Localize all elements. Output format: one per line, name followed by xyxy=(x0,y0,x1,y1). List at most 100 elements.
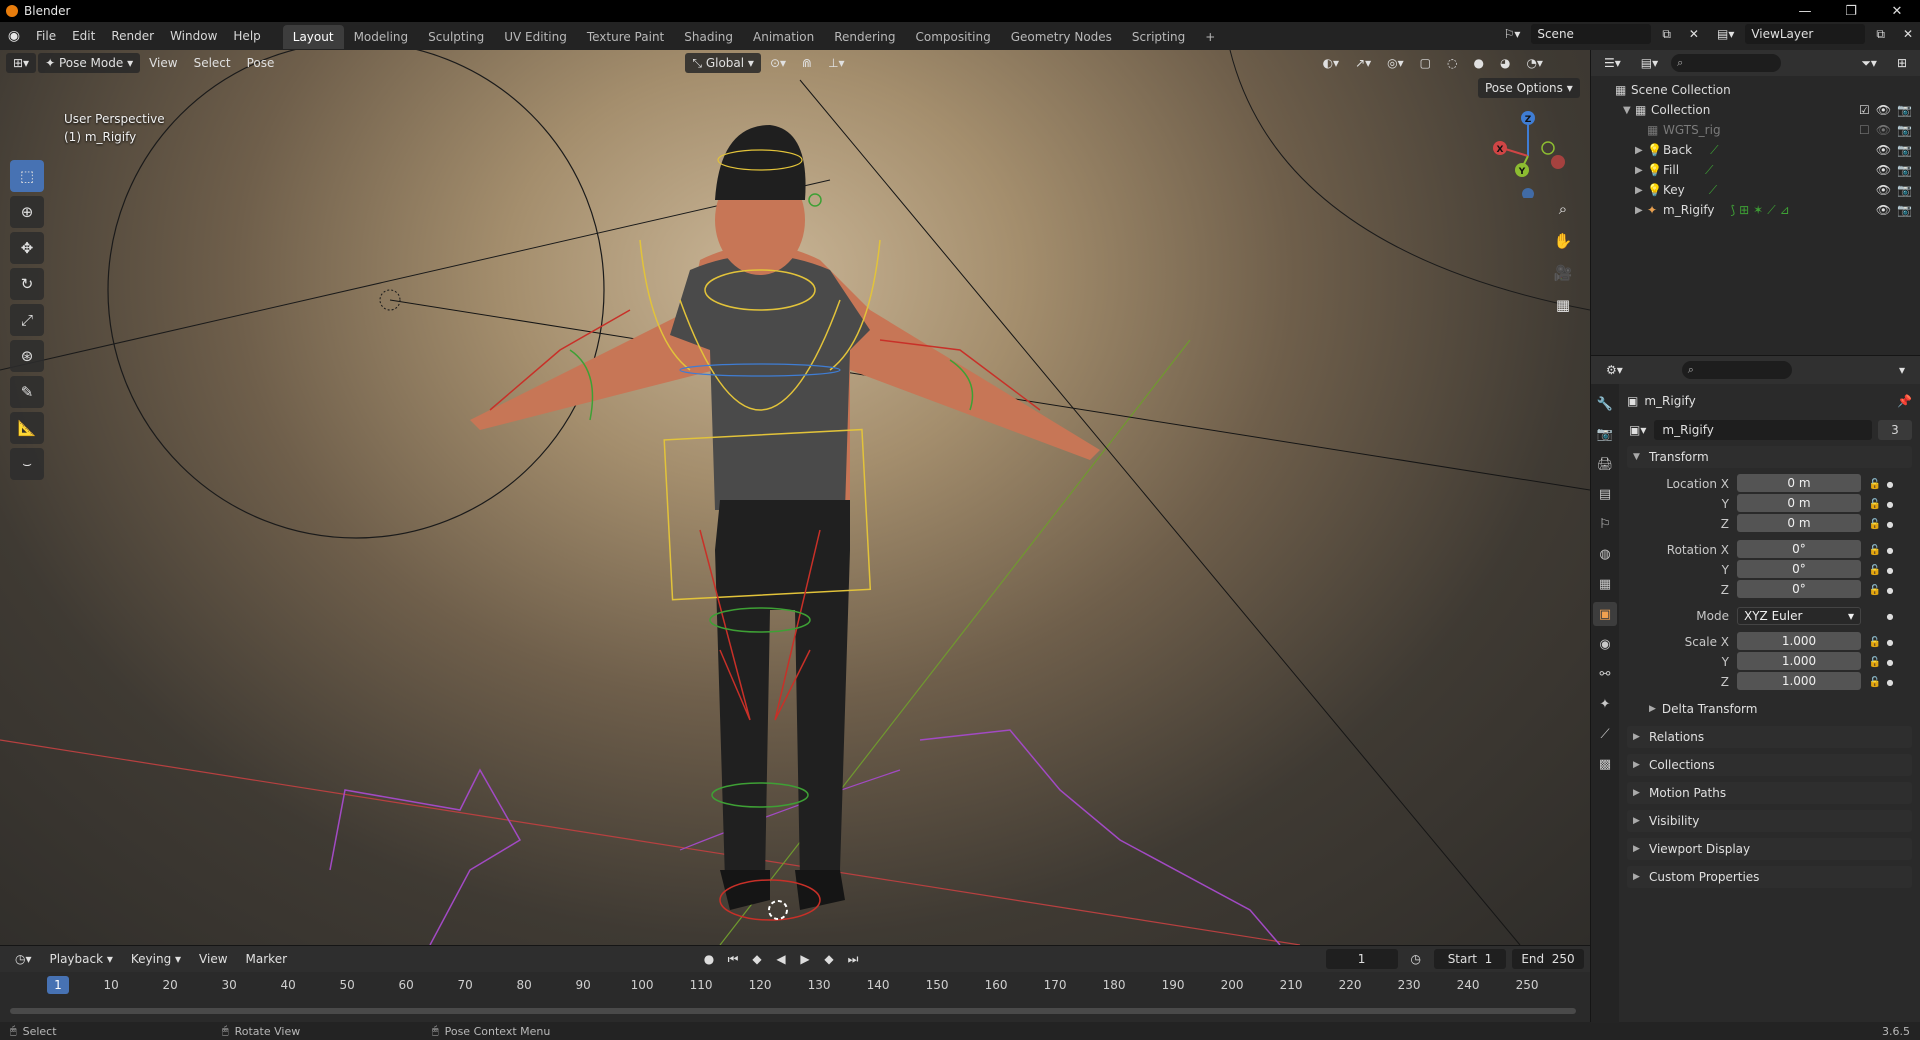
maximize-button[interactable]: ❐ xyxy=(1828,0,1874,22)
object-tab-icon[interactable]: ▣ xyxy=(1593,602,1617,626)
outliner-item-fill[interactable]: ▶ 💡 Fill ⟋ 👁 📷 xyxy=(1615,160,1920,180)
shading-solid-icon[interactable]: ● xyxy=(1466,53,1490,73)
collection-row[interactable]: ▼ ▦ Collection ☑ 👁 📷 xyxy=(1615,100,1920,120)
relations-panel-header[interactable]: ▶ Relations xyxy=(1627,726,1912,748)
expand-arrow-icon[interactable]: ▶ xyxy=(1635,185,1647,196)
mode-select[interactable]: ✦ Pose Mode ▾ xyxy=(38,53,141,73)
move-tool-icon[interactable]: ✥ xyxy=(10,232,44,264)
modifier-tab-icon[interactable]: ◉ xyxy=(1593,632,1617,656)
add-workspace-button[interactable]: + xyxy=(1195,25,1225,49)
new-collection-icon[interactable]: ⊞ xyxy=(1890,53,1914,73)
camera-render-icon[interactable]: 📷 xyxy=(1897,143,1912,157)
lock-icon[interactable]: 🔓 xyxy=(1865,545,1885,556)
expand-arrow-icon[interactable]: ▶ xyxy=(1635,205,1647,216)
keyframe-dot-icon[interactable]: ● xyxy=(1885,612,1895,621)
camera-view-icon[interactable]: 🎥 xyxy=(1548,260,1578,286)
scene-field[interactable]: Scene xyxy=(1531,24,1652,44)
select-box-tool-icon[interactable]: ⬚ xyxy=(10,160,44,192)
jump-end-icon[interactable]: ⏭ xyxy=(844,949,862,969)
output-tab-icon[interactable]: 🖨 xyxy=(1593,452,1617,476)
tab-rendering[interactable]: Rendering xyxy=(824,25,905,49)
keyframe-dot-icon[interactable]: ● xyxy=(1885,566,1895,575)
menu-file[interactable]: File xyxy=(28,22,64,50)
menu-render[interactable]: Render xyxy=(103,22,162,50)
lock-icon[interactable]: 🔓 xyxy=(1865,637,1885,648)
bone-tool-icon[interactable]: ⌣ xyxy=(10,448,44,480)
play-reverse-icon[interactable]: ◀ xyxy=(772,949,790,969)
marker-menu[interactable]: Marker xyxy=(239,949,294,969)
eye-icon[interactable]: 👁 xyxy=(1876,163,1891,177)
properties-options-icon[interactable]: ▾ xyxy=(1892,360,1912,380)
delete-viewlayer-icon[interactable]: ✕ xyxy=(1896,24,1920,44)
prev-keyframe-icon[interactable]: ◆ xyxy=(748,949,766,969)
display-mode-icon[interactable]: ▤▾ xyxy=(1634,53,1665,73)
tab-layout[interactable]: Layout xyxy=(282,25,344,49)
rotation-y-field[interactable]: 0° xyxy=(1737,560,1861,578)
pan-hand-icon[interactable]: ✋ xyxy=(1548,228,1578,254)
keyframe-dot-icon[interactable]: ● xyxy=(1885,678,1895,687)
scale-tool-icon[interactable]: ⤢ xyxy=(10,304,44,336)
overlay-toggle-icon[interactable]: ◎▾ xyxy=(1380,53,1411,73)
browse-object-icon[interactable]: ▣▾ xyxy=(1627,420,1648,440)
tab-sculpting[interactable]: Sculpting xyxy=(418,25,494,49)
tool-tab-icon[interactable]: 🔧 xyxy=(1593,392,1617,416)
outliner-search[interactable]: ⌕ xyxy=(1671,54,1782,72)
expand-arrow-icon[interactable]: ▶ xyxy=(1635,165,1647,176)
outliner-editor-icon[interactable]: ☰▾ xyxy=(1597,53,1628,73)
camera-render-icon[interactable]: 📷 xyxy=(1897,103,1912,117)
exclude-checkbox-icon[interactable]: ☐ xyxy=(1859,123,1870,137)
timeline[interactable]: ◷▾ Playback ▾ Keying ▾ View Marker ● ⏮ ◆… xyxy=(0,945,1590,1022)
shading-material-icon[interactable]: ◕ xyxy=(1493,53,1517,73)
keyframe-dot-icon[interactable]: ● xyxy=(1885,500,1895,509)
scene-type-icon[interactable]: ⚐▾ xyxy=(1497,24,1528,44)
menu-view[interactable]: View xyxy=(142,53,184,73)
outliner-item-wgts-rig[interactable]: ▦ WGTS_rig ☐ 👁 📷 xyxy=(1615,120,1920,140)
viewlayer-field[interactable]: ViewLayer xyxy=(1745,24,1866,44)
camera-render-icon[interactable]: 📷 xyxy=(1897,183,1912,197)
menu-window[interactable]: Window xyxy=(162,22,225,50)
scale-x-field[interactable]: 1.000 xyxy=(1737,632,1861,650)
timeline-editor-icon[interactable]: ◷▾ xyxy=(8,949,39,969)
camera-render-icon[interactable]: 📷 xyxy=(1897,123,1912,137)
playhead[interactable]: 1 xyxy=(47,976,69,994)
scale-z-field[interactable]: 1.000 xyxy=(1737,672,1861,690)
properties-search[interactable]: ⌕ xyxy=(1681,361,1792,379)
keying-menu[interactable]: Keying ▾ xyxy=(124,949,188,969)
cursor-tool-icon[interactable]: ⊕ xyxy=(10,196,44,228)
collections-panel-header[interactable]: ▶ Collections xyxy=(1627,754,1912,776)
eye-icon[interactable]: 👁 xyxy=(1876,143,1891,157)
rotation-x-field[interactable]: 0° xyxy=(1737,540,1861,558)
shading-wireframe-icon[interactable]: ◌ xyxy=(1440,53,1464,73)
location-z-field[interactable]: 0 m xyxy=(1737,514,1861,532)
gizmo-toggle-icon[interactable]: ↗▾ xyxy=(1348,53,1378,73)
render-tab-icon[interactable]: 📷 xyxy=(1593,422,1617,446)
menu-edit[interactable]: Edit xyxy=(64,22,103,50)
annotate-tool-icon[interactable]: ✎ xyxy=(10,376,44,408)
minimize-button[interactable]: — xyxy=(1782,0,1828,22)
menu-help[interactable]: Help xyxy=(225,22,268,50)
menu-pose[interactable]: Pose xyxy=(240,53,282,73)
scale-y-field[interactable]: 1.000 xyxy=(1737,652,1861,670)
close-button[interactable]: ✕ xyxy=(1874,0,1920,22)
texture-tab-icon[interactable]: ▩ xyxy=(1593,752,1617,776)
timeline-view-menu[interactable]: View xyxy=(192,949,234,969)
eye-icon[interactable]: 👁 xyxy=(1876,183,1891,197)
frame-ruler[interactable]: 1 10 20 30 40 50 60 70 80 90 100 110 120 130 140 150 16… xyxy=(0,974,1590,1000)
lock-icon[interactable]: 🔓 xyxy=(1865,565,1885,576)
use-preview-range-icon[interactable]: ◷ xyxy=(1404,949,1428,969)
orientation-select[interactable]: ⤡ Global ▾ xyxy=(685,53,761,73)
location-y-field[interactable]: 0 m xyxy=(1737,494,1861,512)
tab-texture-paint[interactable]: Texture Paint xyxy=(577,25,674,49)
zoom-icon[interactable]: ⌕ xyxy=(1548,196,1578,222)
keyframe-dot-icon[interactable]: ● xyxy=(1885,586,1895,595)
lock-icon[interactable]: 🔓 xyxy=(1865,519,1885,530)
outliner[interactable]: ☰▾ ▤▾ ⌕ ⏷▾ ⊞ ▦ Scene Collection ▼ ▦ Collect… xyxy=(1590,50,1920,355)
outliner-item-key[interactable]: ▶ 💡 Key ⟋ 👁 📷 xyxy=(1615,180,1920,200)
world-tab-icon[interactable]: ◍ xyxy=(1593,542,1617,566)
lock-icon[interactable]: 🔓 xyxy=(1865,657,1885,668)
current-frame-field[interactable]: 1 xyxy=(1325,949,1398,969)
tab-modeling[interactable]: Modeling xyxy=(344,25,419,49)
rotate-tool-icon[interactable]: ↻ xyxy=(10,268,44,300)
armature-data-tab-icon[interactable]: ✦ xyxy=(1593,692,1617,716)
motion-paths-panel-header[interactable]: ▶ Motion Paths xyxy=(1627,782,1912,804)
